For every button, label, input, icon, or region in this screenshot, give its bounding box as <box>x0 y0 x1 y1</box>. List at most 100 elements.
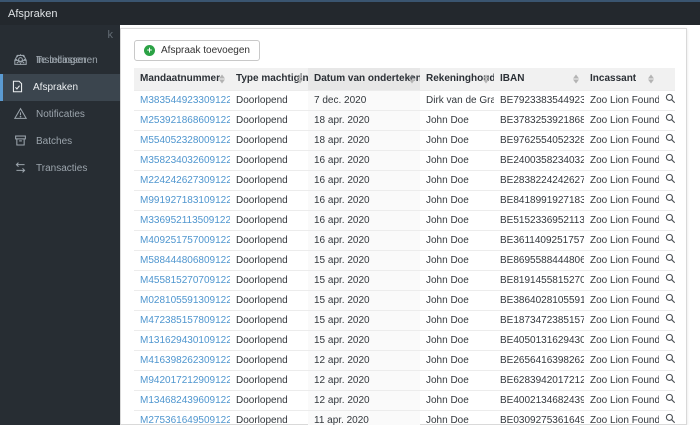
mandate-link[interactable]: M588444806809122020 <box>140 255 230 266</box>
column-header-type-machtiging[interactable]: Type machtiging <box>230 68 308 90</box>
magnifier-icon[interactable] <box>665 313 675 324</box>
iban-cell: BE97625540523280 <box>494 129 584 150</box>
column-header-datum[interactable]: Datum van ondertekening <box>308 68 420 90</box>
column-header-iban[interactable]: IBAN <box>494 68 584 90</box>
mandate-link[interactable]: M554052328009122020 <box>140 135 230 146</box>
mandate-link[interactable]: M253921868609122020 <box>140 115 230 126</box>
mandate-link[interactable]: M028105591309122020 <box>140 295 230 306</box>
mandate-link[interactable]: M336952113509122020 <box>140 215 230 226</box>
creditor-cell: Zoo Lion Foundation <box>584 129 659 150</box>
magnifier-icon[interactable] <box>665 193 675 204</box>
type-cell: Doorlopend <box>230 229 308 250</box>
magnifier-icon[interactable] <box>665 133 675 144</box>
account-holder-cell: John Doe <box>420 189 494 210</box>
mandate-link[interactable]: M131629430109122020 <box>140 335 230 346</box>
date-cell: 15 apr. 2020 <box>308 269 420 290</box>
row-action-cell <box>659 389 675 410</box>
date-cell: 16 apr. 2020 <box>308 169 420 190</box>
column-header-mandaatnummer[interactable]: Mandaatnummer <box>134 68 230 90</box>
magnifier-icon[interactable] <box>665 233 675 244</box>
creditor-cell: Zoo Lion Foundation <box>584 269 659 290</box>
mandate-link[interactable]: M416398262309122020 <box>140 355 230 366</box>
table-row: M253921868609122020 Doorlopend 18 apr. 2… <box>134 109 675 130</box>
type-cell: Doorlopend <box>230 409 308 425</box>
table-row: M224242627309122020 Doorlopend 16 apr. 2… <box>134 169 675 190</box>
iban-cell: BE84189919271831 <box>494 189 584 210</box>
mandate-cell: M028105591309122020 <box>134 289 230 310</box>
row-action-cell <box>659 109 675 130</box>
date-cell: 15 apr. 2020 <box>308 249 420 270</box>
table-row: M358234032609122020 Doorlopend 16 apr. 2… <box>134 149 675 170</box>
date-cell: 15 apr. 2020 <box>308 289 420 310</box>
mandate-link[interactable]: M409251757009122020 <box>140 235 230 246</box>
type-cell: Doorlopend <box>230 209 308 230</box>
magnifier-icon[interactable] <box>665 93 675 104</box>
table-row: M554052328009122020 Doorlopend 18 apr. 2… <box>134 129 675 150</box>
sort-icon <box>297 74 303 84</box>
magnifier-icon[interactable] <box>665 293 675 304</box>
row-action-cell <box>659 329 675 350</box>
date-cell: 15 apr. 2020 <box>308 309 420 330</box>
row-action-cell <box>659 369 675 390</box>
mandate-link[interactable]: M942017212909122020 <box>140 375 230 386</box>
iban-cell: BE81914558152707 <box>494 269 584 290</box>
table-row: M134682439609122020 Doorlopend 12 apr. 2… <box>134 389 675 410</box>
table-row: M991927183109122020 Doorlopend 16 apr. 2… <box>134 189 675 210</box>
sidebar-collapse-toggle[interactable]: k <box>108 29 114 41</box>
magnifier-icon[interactable] <box>665 373 675 384</box>
magnifier-icon[interactable] <box>665 353 675 364</box>
account-holder-cell: John Doe <box>420 209 494 230</box>
mandate-link[interactable]: M383544923309122020 <box>140 95 230 106</box>
iban-cell: BE37832539218686 <box>494 109 584 130</box>
iban-cell: BE24003582340326 <box>494 149 584 170</box>
account-holder-cell: John Doe <box>420 289 494 310</box>
mandate-link[interactable]: M358234032609122020 <box>140 155 230 166</box>
iban-cell: BE62839420172129 <box>494 369 584 390</box>
mandate-link[interactable]: M224242627309122020 <box>140 175 230 186</box>
sidebar-footer: Instellingen <box>0 47 120 420</box>
magnifier-icon[interactable] <box>665 173 675 184</box>
row-action-cell <box>659 309 675 330</box>
magnifier-icon[interactable] <box>665 393 675 404</box>
plus-circle-icon: + <box>144 45 155 56</box>
add-afspraak-button[interactable]: + Afspraak toevoegen <box>134 40 260 61</box>
mandate-cell: M588444806809122020 <box>134 249 230 270</box>
row-action-cell <box>659 189 675 210</box>
table-header-row: Mandaatnummer Type machtiging Datum van … <box>134 68 675 90</box>
mandate-cell: M472385157809122020 <box>134 309 230 330</box>
magnifier-icon[interactable] <box>665 253 675 264</box>
magnifier-icon[interactable] <box>665 113 675 124</box>
magnifier-icon[interactable] <box>665 413 675 424</box>
sidebar-item-label: Instellingen <box>36 55 87 66</box>
account-holder-cell: John Doe <box>420 109 494 130</box>
magnifier-icon[interactable] <box>665 333 675 344</box>
sort-icon <box>648 74 654 84</box>
type-cell: Doorlopend <box>230 89 308 110</box>
type-cell: Doorlopend <box>230 169 308 190</box>
iban-cell: BE26564163982623 <box>494 349 584 370</box>
mandate-link[interactable]: M991927183109122020 <box>140 195 230 206</box>
account-holder-cell: John Doe <box>420 249 494 270</box>
mandate-cell: M275361649509122020 <box>134 409 230 425</box>
account-holder-cell: John Doe <box>420 389 494 410</box>
mandate-link[interactable]: M134682439609122020 <box>140 395 230 406</box>
top-bar: Afspraken <box>0 0 700 25</box>
mandate-cell: M409251757009122020 <box>134 229 230 250</box>
mandate-link[interactable]: M472385157809122020 <box>140 315 230 326</box>
magnifier-icon[interactable] <box>665 153 675 164</box>
magnifier-icon[interactable] <box>665 273 675 284</box>
iban-cell: BE03092753616495 <box>494 409 584 425</box>
column-header-incassant[interactable]: Incassant <box>584 68 659 90</box>
add-afspraak-label: Afspraak toevoegen <box>161 45 250 56</box>
creditor-cell: Zoo Lion Foundation <box>584 209 659 230</box>
column-header-rekeninghouder[interactable]: Rekeninghouder <box>420 68 494 90</box>
sidebar-item-instellingen[interactable]: Instellingen <box>0 47 120 74</box>
magnifier-icon[interactable] <box>665 213 675 224</box>
mandate-cell: M224242627309122020 <box>134 169 230 190</box>
row-action-cell <box>659 149 675 170</box>
date-cell: 18 apr. 2020 <box>308 109 420 130</box>
mandate-cell: M336952113509122020 <box>134 209 230 230</box>
mandate-link[interactable]: M455815270709122020 <box>140 275 230 286</box>
creditor-cell: Zoo Lion Foundation <box>584 189 659 210</box>
mandate-link[interactable]: M275361649509122020 <box>140 415 230 425</box>
